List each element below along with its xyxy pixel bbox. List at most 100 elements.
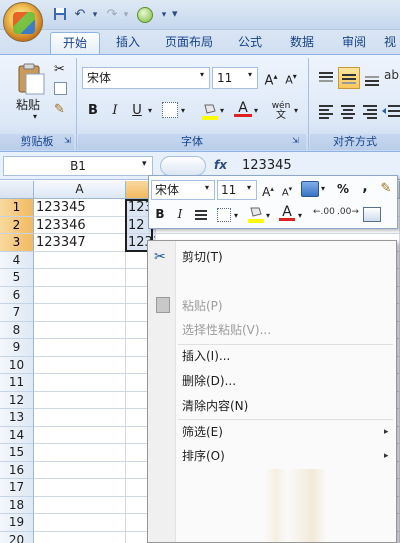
menu-item-clear-contents[interactable]: 清除内容(N) [182,395,248,417]
row-header[interactable]: 6 [0,286,34,304]
paste-icon[interactable] [14,62,48,96]
row-header[interactable]: 5 [0,269,34,287]
menu-item-delete[interactable]: 删除(D)... [182,370,236,392]
border-icon[interactable] [162,102,178,118]
formula-bar-expander[interactable] [160,156,206,176]
column-header-a[interactable]: A [34,181,126,199]
mini-accounting-icon[interactable] [301,181,319,197]
align-middle-button[interactable] [338,67,360,89]
font-launcher-icon[interactable]: ⇲ [292,136,299,145]
clipboard-launcher-icon[interactable]: ⇲ [64,136,71,145]
row-header[interactable]: 20 [0,531,34,543]
mini-increase-decimal-button[interactable]: ←.00 [313,207,335,217]
decrease-indent-icon[interactable] [382,101,400,121]
select-all-corner[interactable] [0,181,34,199]
row-header[interactable]: 3 [0,234,34,252]
font-color-icon[interactable]: A [234,100,252,117]
menu-item-insert[interactable]: 插入(I)... [182,345,230,367]
cell-a[interactable] [34,251,126,269]
mini-font-color-dropdown-icon[interactable]: ▾ [298,211,302,220]
row-header[interactable]: 7 [0,304,34,322]
tab-review[interactable]: 审阅 [334,32,374,54]
align-center-icon[interactable] [338,101,358,121]
menu-item-paste-special[interactable]: 选择性粘贴(V)... [182,319,271,341]
phonetic-icon[interactable]: wén 文 [268,101,294,121]
insert-function-button[interactable]: fx [214,158,227,172]
cell-a[interactable] [34,514,126,532]
row-header[interactable]: 1 [0,199,34,217]
align-bottom-icon[interactable] [362,68,382,88]
customize-dropdown-icon[interactable]: ▾ [156,7,172,23]
redo-dropdown-icon[interactable]: ▾ [118,7,134,23]
fill-color-icon[interactable] [201,101,219,121]
row-header[interactable]: 18 [0,496,34,514]
align-right-icon[interactable] [360,101,380,121]
shrink-font-icon[interactable]: A▾ [282,67,300,89]
menu-item-sort[interactable]: 排序(O) [182,445,225,467]
tab-home[interactable]: 开始 [50,32,100,54]
align-left-icon[interactable] [316,101,336,121]
row-header[interactable]: 11 [0,374,34,392]
undo-icon[interactable]: ↶ [72,7,88,23]
mini-comma-button[interactable]: , [359,178,371,198]
cell-a[interactable] [34,269,126,287]
align-top-icon[interactable] [316,68,336,88]
mini-fill-color-dropdown-icon[interactable]: ▾ [266,211,270,220]
orientation-icon[interactable]: ab [384,68,400,88]
format-painter-icon[interactable]: ✎ [54,102,65,117]
mini-grow-font-icon[interactable]: A▴ [260,180,276,200]
cell-a[interactable] [34,461,126,479]
mini-border-icon[interactable] [217,208,231,222]
mini-merge-center-icon[interactable] [363,207,381,222]
mini-font-name-dropdown-icon[interactable]: ▾ [205,183,209,192]
phonetic-dropdown-icon[interactable]: ▾ [294,106,298,115]
name-box-dropdown-icon[interactable]: ▾ [142,159,147,169]
cell-a[interactable] [34,339,126,357]
cell-a[interactable] [34,374,126,392]
row-header[interactable]: 2 [0,216,34,234]
bold-button[interactable]: B [84,101,102,123]
font-name-dropdown-icon[interactable]: ▾ [200,70,204,79]
underline-button[interactable]: U [128,101,146,123]
mini-percent-button[interactable]: % [335,180,351,200]
row-header[interactable]: 16 [0,461,34,479]
tab-view[interactable]: 视 [380,32,400,54]
menu-item-paste[interactable]: 粘贴(P) [182,295,223,317]
cut-icon[interactable]: ✂ [54,62,65,77]
save-icon[interactable] [52,7,68,23]
mini-accounting-dropdown-icon[interactable]: ▾ [321,184,325,193]
row-header[interactable]: 17 [0,479,34,497]
paste-button[interactable]: 粘贴 [16,96,40,113]
cell-a[interactable] [34,531,126,543]
mini-font-size-dropdown-icon[interactable]: ▾ [247,183,251,192]
menu-item-filter[interactable]: 筛选(E) [182,421,223,443]
undo-dropdown-icon[interactable]: ▾ [87,7,103,23]
paste-dropdown-icon[interactable]: ▾ [33,112,37,121]
italic-button[interactable]: I [106,101,124,123]
cell-a[interactable] [34,391,126,409]
row-header[interactable]: 15 [0,444,34,462]
cell-a[interactable] [34,496,126,514]
tab-insert[interactable]: 插入 [108,32,148,54]
tab-data[interactable]: 数据 [282,32,322,54]
mini-italic-button[interactable]: I [173,205,187,225]
row-header[interactable]: 9 [0,339,34,357]
menu-item-cut[interactable]: 剪切(T) [182,246,223,268]
cell-a[interactable]: 123346 [34,216,126,234]
border-dropdown-icon[interactable]: ▾ [181,106,185,115]
tab-formulas[interactable]: 公式 [230,32,270,54]
mini-decrease-decimal-button[interactable]: .00→ [337,207,359,217]
row-header[interactable]: 4 [0,251,34,269]
cell-a[interactable]: 123345 [34,199,126,217]
cell-a[interactable] [34,444,126,462]
copy-icon[interactable] [54,82,67,95]
calculator-icon[interactable] [137,7,153,23]
cell-a[interactable] [34,409,126,427]
cell-a[interactable]: 123347 [34,234,126,252]
qat-more-icon[interactable]: ▾ [172,7,178,20]
formula-input[interactable]: 123345 [242,158,292,173]
cell-a[interactable] [34,426,126,444]
font-name-box[interactable]: 宋体 [82,67,210,89]
tab-page-layout[interactable]: 页面布局 [158,32,220,54]
cell-a[interactable] [34,304,126,322]
